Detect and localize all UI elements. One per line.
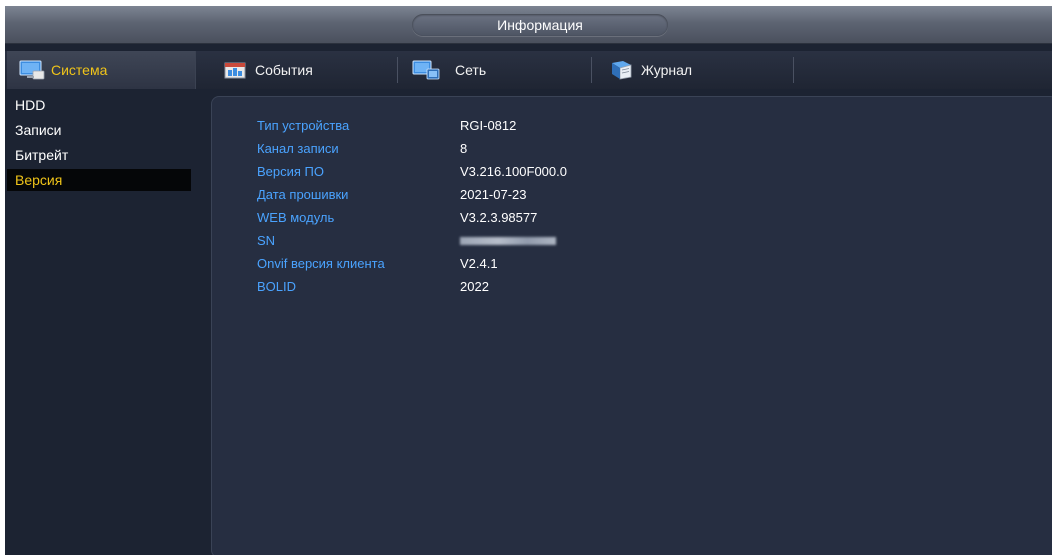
info-value: 8 xyxy=(460,141,468,156)
info-label: Тип устройства xyxy=(257,118,350,133)
info-label: Версия ПО xyxy=(257,164,324,179)
serial-number-redacted xyxy=(460,237,556,245)
tab-events[interactable]: События xyxy=(215,51,313,89)
info-label: SN xyxy=(257,233,276,248)
title-bar: Информация xyxy=(5,6,1052,44)
sidebar-item-version[interactable]: Версия xyxy=(7,169,191,191)
events-icon xyxy=(223,59,249,81)
info-label: Канал записи xyxy=(257,141,339,156)
info-value: V2.4.1 xyxy=(460,256,498,271)
info-value: 2021-07-23 xyxy=(460,187,527,202)
tab-divider xyxy=(591,57,592,83)
info-value: V3.2.3.98577 xyxy=(460,210,538,225)
info-value: RGI-0812 xyxy=(460,118,517,133)
tab-label: Система xyxy=(51,62,108,78)
app-window: Информация Система События Сеть Журнал H… xyxy=(5,6,1052,555)
info-label: WEB модуль xyxy=(257,210,335,225)
info-value: V3.216.100F000.0 xyxy=(460,164,567,179)
info-label: Onvif версия клиента xyxy=(257,256,385,271)
info-label: BOLID xyxy=(257,279,297,294)
sidebar-item-bitrate[interactable]: Битрейт xyxy=(7,144,191,166)
tab-divider xyxy=(397,57,398,83)
tab-bar: Система События Сеть Журнал xyxy=(5,51,1052,89)
sidebar-item-hdd[interactable]: HDD xyxy=(7,94,191,116)
tab-system[interactable]: Система xyxy=(7,51,196,89)
sidebar-item-records[interactable]: Записи xyxy=(7,119,191,141)
monitor-icon xyxy=(19,59,45,81)
info-value: 2022 xyxy=(460,279,489,294)
tab-label: Журнал xyxy=(641,62,693,78)
tab-divider xyxy=(793,57,794,83)
tab-network[interactable]: Сеть xyxy=(403,51,486,89)
sidebar: HDD Записи Битрейт Версия xyxy=(5,94,195,555)
log-icon xyxy=(609,59,635,81)
info-label: Дата прошивки xyxy=(257,187,349,202)
info-panel: Тип устройства RGI-0812 Канал записи 8 В… xyxy=(211,96,1052,555)
tab-label: Сеть xyxy=(455,62,487,78)
tab-label: События xyxy=(255,62,313,78)
tab-log[interactable]: Журнал xyxy=(601,51,692,89)
window-title: Информация xyxy=(412,14,668,36)
network-icon xyxy=(411,59,440,81)
